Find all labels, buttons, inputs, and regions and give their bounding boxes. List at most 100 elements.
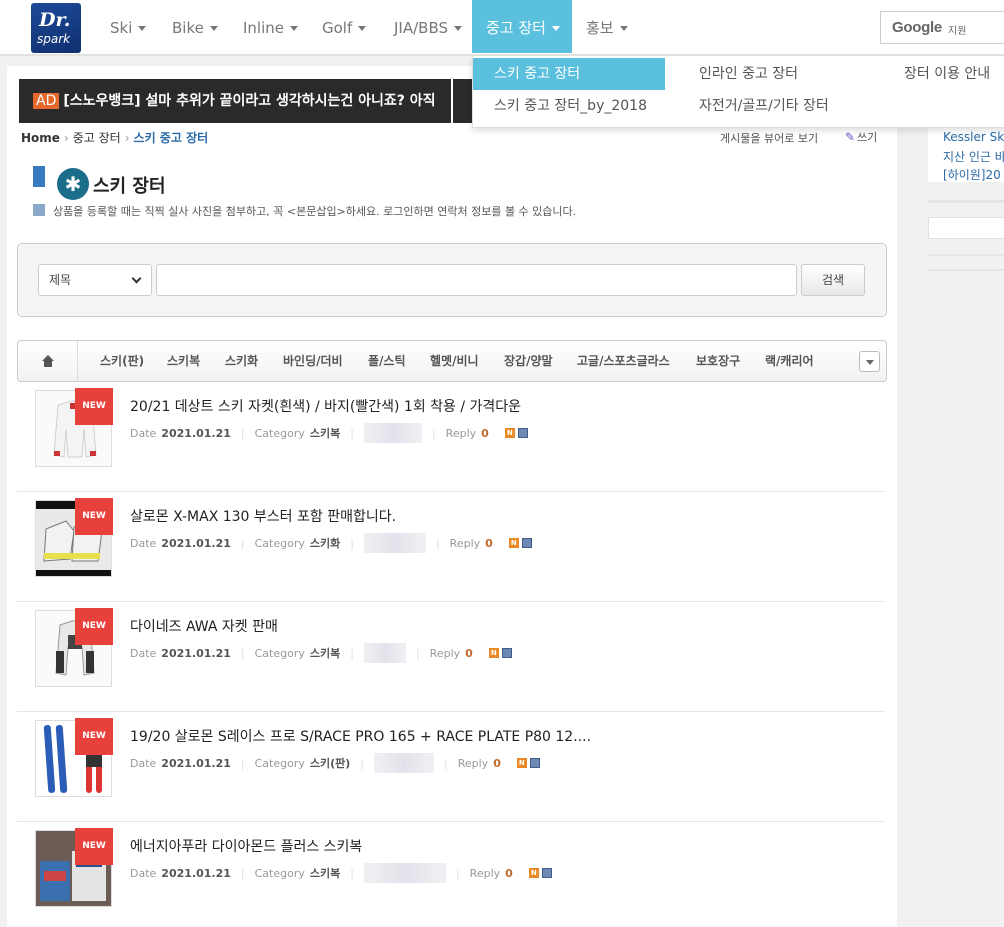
chevron-right-icon: › [124, 131, 130, 145]
divider: | [435, 536, 440, 550]
new-badge: NEW [75, 608, 113, 645]
dropdown-inline-used-market[interactable]: 인라인 중고 장터 [678, 58, 858, 90]
category-ski-wear[interactable]: 스키복 [167, 341, 200, 381]
chevron-down-icon [131, 273, 142, 284]
chevron-right-icon: › [63, 131, 69, 145]
category-goggles[interactable]: 고글/스포츠글라스 [577, 341, 670, 381]
reply-label: Reply [469, 866, 501, 880]
category-binding[interactable]: 바인딩/더비 [283, 341, 343, 381]
google-search-box[interactable]: Google 지원 [880, 11, 1004, 44]
caret-down-icon [551, 26, 560, 31]
new-n-icon: N [528, 868, 539, 878]
file-icon [529, 758, 540, 768]
item-title[interactable]: 에너지아푸라 다이아몬드 플러스 스키복 [130, 836, 362, 856]
category-protection[interactable]: 보호장구 [696, 341, 740, 381]
dropdown-ski-used-market-2018[interactable]: 스키 중고 장터_by_2018 [473, 90, 665, 122]
category-label: Category [254, 536, 305, 550]
nav-used-market[interactable]: 중고 장터 [472, 0, 572, 53]
item-title[interactable]: 19/20 살로몬 S레이스 프로 S/RACE PRO 165 + RACE … [130, 726, 591, 746]
search-field-select[interactable]: 제목 [38, 264, 152, 296]
snowflake-icon: ✱ [57, 168, 89, 200]
item-title[interactable]: 다이네즈 AWA 자켓 판매 [130, 616, 278, 636]
divider: | [240, 866, 245, 880]
dropdown-market-guide[interactable]: 장터 이용 안내 [883, 58, 1004, 90]
google-brand: Google [892, 19, 942, 36]
category-rack[interactable]: 랙/캐리어 [765, 341, 814, 381]
item-reply-count: 0 [485, 536, 493, 550]
dropdown-bike-golf-etc-market[interactable]: 자전거/골프/기타 장터 [678, 90, 858, 122]
site-logo[interactable]: Dr. spark [31, 3, 81, 53]
sidebar-divider [928, 200, 1004, 203]
item-category: 스키(판) [309, 757, 351, 770]
list-item[interactable]: NEW 20/21 데상트 스키 자켓(흰색) / 바지(빨간색) 1회 착용 … [17, 382, 885, 492]
item-reply-count: 0 [465, 646, 473, 660]
nav-jia-bbs[interactable]: JIA/BBS [380, 0, 472, 53]
item-meta: Date 2021.01.21 | Category 스키화 | | Reply 0 … [130, 533, 532, 553]
item-title[interactable]: 살로몬 X-MAX 130 부스터 포함 판매합니다. [130, 506, 396, 526]
ad-banner-next[interactable] [453, 79, 473, 123]
divider: | [240, 536, 245, 550]
ad-banner[interactable]: AD [스노우뱅크] 설마 추위가 끝이라고 생각하시는건 아니죠? 아직 [19, 79, 451, 123]
category-home-button[interactable] [18, 341, 78, 381]
nav-golf[interactable]: Golf [308, 0, 380, 53]
sidebar-box [928, 217, 1004, 239]
new-badge: NEW [75, 718, 113, 755]
breadcrumb-parent[interactable]: 중고 장터 [73, 131, 121, 145]
divider: | [360, 756, 364, 770]
breadcrumb-current[interactable]: 스키 중고 장터 [134, 131, 209, 145]
sidebar-divider [928, 254, 1004, 256]
list-item[interactable]: NEW 다이네즈 AWA 자켓 판매 Date 2021.01.21 | Cate… [17, 602, 885, 712]
category-bar: 스키(판) 스키복 스키화 바인딩/더비 폴/스틱 헬멧/비니 장갑/양말 고글… [17, 340, 887, 382]
write-button[interactable]: ✎ 쓰기 [845, 129, 877, 145]
dropdown-ski-used-market[interactable]: 스키 중고 장터 [473, 58, 665, 90]
category-label: Category [254, 426, 305, 440]
chevron-down-icon [866, 360, 874, 365]
caret-down-icon [209, 26, 218, 31]
nav-ski[interactable]: Ski [96, 0, 158, 53]
list-item[interactable]: NEW 살로몬 X-MAX 130 부스터 포함 판매합니다. Date 2021… [17, 492, 885, 602]
view-in-viewer-link[interactable]: 게시물을 뷰어로 보기 [720, 130, 818, 146]
divider: | [415, 646, 420, 660]
category-ski-boots[interactable]: 스키화 [225, 341, 258, 381]
reply-label: Reply [457, 756, 489, 770]
logo-text-spark: spark [37, 32, 71, 46]
category-gloves[interactable]: 장갑/양말 [504, 341, 553, 381]
new-badge: NEW [75, 388, 113, 425]
caret-down-icon [454, 26, 463, 31]
new-badge: NEW [75, 498, 113, 535]
pencil-icon: ✎ [845, 130, 856, 144]
author-redacted [363, 423, 422, 443]
nav-promotion[interactable]: 홍보 [572, 0, 642, 53]
item-date: 2021.01.21 [161, 426, 231, 440]
sidebar-news-item[interactable]: 지산 인근 바 [943, 148, 1004, 165]
divider: | [350, 426, 354, 440]
category-more-button[interactable] [859, 351, 880, 372]
divider: | [431, 426, 436, 440]
file-icon [521, 538, 532, 548]
list-item[interactable]: NEW 에너지아푸라 다이아몬드 플러스 스키복 Date 2021.01.21 … [17, 822, 885, 927]
item-reply-count: 0 [481, 426, 489, 440]
category-label: Category [254, 646, 305, 660]
date-label: Date [130, 646, 157, 660]
list-item[interactable]: NEW 19/20 살로몬 S레이스 프로 S/RACE PRO 165 + R… [17, 712, 885, 822]
category-ski-board[interactable]: 스키(판) [100, 341, 144, 381]
file-icon [501, 648, 512, 658]
board-notice: 상품을 등록할 때는 직찍 실사 사진을 첨부하고, 꼭 <본문삽입>하세요. … [53, 205, 577, 218]
category-helmet[interactable]: 헬멧/비니 [430, 341, 479, 381]
notice-square-icon [33, 204, 45, 216]
google-brand-suffix: 지원 [948, 26, 967, 37]
item-date: 2021.01.21 [161, 866, 231, 880]
sidebar-news-item[interactable]: Kessler Ski [943, 130, 1004, 144]
search-button[interactable]: 검색 [801, 264, 865, 296]
divider: | [240, 646, 245, 660]
item-reply-count: 0 [493, 756, 501, 770]
sidebar-news-item[interactable]: [하이원]20 [943, 166, 1001, 183]
search-input[interactable] [156, 264, 797, 296]
nav-inline[interactable]: Inline [229, 0, 307, 53]
item-reply-count: 0 [505, 866, 513, 880]
item-title[interactable]: 20/21 데상트 스키 자켓(흰색) / 바지(빨간색) 1회 착용 / 가격… [130, 396, 521, 416]
nav-bike[interactable]: Bike [158, 0, 228, 53]
item-meta: Date 2021.01.21 | Category 스키(판) | | Reply… [130, 753, 540, 773]
breadcrumb-home[interactable]: Home [21, 131, 60, 145]
category-poles[interactable]: 폴/스틱 [368, 341, 406, 381]
